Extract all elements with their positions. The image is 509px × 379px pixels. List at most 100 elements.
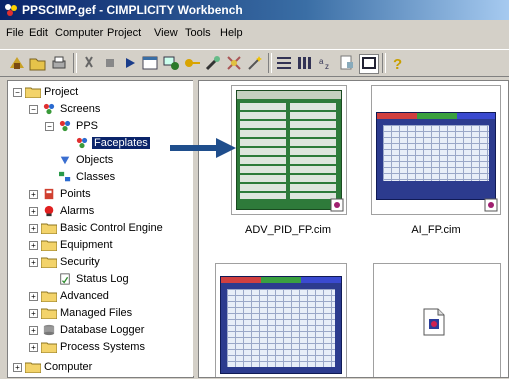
toolbar-separator bbox=[73, 53, 77, 73]
folder-icon bbox=[41, 240, 57, 251]
screen-icon bbox=[43, 103, 55, 115]
screen-config-icon[interactable] bbox=[162, 54, 180, 72]
list-view-icon[interactable] bbox=[275, 54, 293, 72]
classes-icon bbox=[59, 171, 71, 182]
tree-label: Database Logger bbox=[60, 324, 145, 336]
file-thumbnail-adv-pid-fp[interactable] bbox=[231, 85, 347, 215]
menu-computer[interactable]: Computer bbox=[55, 27, 103, 39]
large-icons-view-icon[interactable] bbox=[359, 54, 379, 74]
screen-icon bbox=[76, 137, 88, 149]
project-tree[interactable]: − Project − Screens − PPS Faceplates Obj… bbox=[7, 80, 194, 378]
calendar-icon[interactable] bbox=[141, 54, 159, 72]
tree-item-pps[interactable]: − PPS bbox=[42, 119, 182, 135]
points-icon bbox=[44, 188, 54, 200]
expand-toggle[interactable]: + bbox=[29, 309, 38, 318]
file-thumbnail-4[interactable] bbox=[373, 263, 501, 377]
expand-toggle[interactable]: + bbox=[29, 224, 38, 233]
preview-tab-green bbox=[261, 277, 301, 283]
stop-icon[interactable] bbox=[101, 54, 119, 72]
new-project-icon[interactable] bbox=[8, 54, 26, 72]
folder-icon bbox=[25, 87, 41, 98]
properties-icon[interactable] bbox=[338, 54, 356, 72]
title-bar[interactable]: PPSCIMP.gef - CIMPLICITY Workbench bbox=[0, 0, 509, 20]
bce-icon[interactable] bbox=[225, 54, 243, 72]
tree-item-security[interactable]: + Security bbox=[26, 255, 186, 271]
cimplicity-app-icon bbox=[5, 4, 17, 16]
faceplate-preview bbox=[376, 112, 496, 200]
database-logger-icon bbox=[43, 324, 55, 336]
collapse-toggle[interactable]: − bbox=[45, 122, 54, 131]
tree-label: Classes bbox=[76, 171, 116, 183]
preview-tab-red bbox=[221, 277, 261, 283]
open-folder-icon[interactable] bbox=[29, 54, 47, 72]
preview-grid bbox=[383, 125, 489, 181]
expand-toggle[interactable]: + bbox=[29, 190, 38, 199]
tree-label: Equipment bbox=[60, 239, 113, 251]
tree-item-database-logger[interactable]: + Database Logger bbox=[26, 323, 190, 339]
file-thumbnail-3[interactable] bbox=[215, 263, 347, 377]
tree-label: Objects bbox=[76, 154, 114, 166]
tools-icon[interactable] bbox=[204, 54, 222, 72]
tree-item-computer[interactable]: + Computer bbox=[10, 360, 190, 376]
file-list-pane[interactable]: ADV_PID_FP.cim AI_FP.cim bbox=[198, 80, 509, 378]
key-icon[interactable] bbox=[183, 54, 201, 72]
tree-item-process-systems[interactable]: + Process Systems bbox=[26, 340, 190, 356]
tree-item-basic-control-engine[interactable]: + Basic Control Engine bbox=[26, 221, 190, 237]
tree-label: PPS bbox=[76, 120, 99, 132]
wand-icon[interactable] bbox=[246, 54, 264, 72]
objects-icon bbox=[60, 156, 70, 165]
menu-tools[interactable]: Tools bbox=[185, 27, 211, 39]
tree-label: Project bbox=[44, 86, 79, 98]
menu-view[interactable]: View bbox=[154, 27, 178, 39]
tree-item-status-log[interactable]: Status Log bbox=[42, 272, 182, 288]
file-thumbnail-ai-fp[interactable] bbox=[371, 85, 501, 215]
tree-label: Faceplates bbox=[92, 137, 150, 149]
tree-label: Advanced bbox=[60, 290, 109, 302]
menu-file[interactable]: File bbox=[6, 27, 24, 39]
expand-toggle[interactable]: + bbox=[29, 207, 38, 216]
cut-icon[interactable] bbox=[80, 54, 98, 72]
tree-item-managed-files[interactable]: + Managed Files bbox=[26, 306, 186, 322]
cim-file-icon bbox=[330, 198, 344, 212]
screen-icon bbox=[59, 120, 71, 132]
tree-item-points[interactable]: + Points bbox=[26, 187, 186, 203]
tree-label: Points bbox=[60, 188, 91, 200]
preview-fields-right bbox=[290, 103, 336, 199]
tree-item-equipment[interactable]: + Equipment bbox=[26, 238, 186, 254]
folder-icon bbox=[41, 342, 57, 353]
expand-toggle[interactable]: + bbox=[29, 258, 38, 267]
help-icon[interactable]: ? bbox=[388, 54, 406, 72]
preview-header bbox=[237, 91, 341, 99]
preview-tab-red bbox=[377, 113, 417, 119]
run-icon[interactable] bbox=[121, 54, 139, 72]
folder-icon bbox=[41, 308, 57, 319]
menu-edit[interactable]: Edit bbox=[29, 27, 48, 39]
sort-icon[interactable]: az bbox=[317, 54, 335, 72]
menu-project[interactable]: Project bbox=[107, 27, 141, 39]
tree-label: Security bbox=[60, 256, 100, 268]
collapse-toggle[interactable]: − bbox=[13, 88, 22, 97]
cim-file-icon bbox=[484, 198, 498, 212]
toolbar-separator bbox=[268, 53, 272, 73]
expand-toggle[interactable]: + bbox=[29, 326, 38, 335]
svg-text:z: z bbox=[325, 62, 329, 71]
tree-item-screens[interactable]: − Screens bbox=[26, 102, 186, 118]
tree-item-objects[interactable]: Objects bbox=[42, 153, 182, 169]
print-icon[interactable] bbox=[50, 54, 68, 72]
expand-toggle[interactable]: + bbox=[29, 241, 38, 250]
tree-label: Computer bbox=[44, 361, 93, 373]
tree-item-classes[interactable]: Classes bbox=[42, 170, 182, 186]
tree-label: Managed Files bbox=[60, 307, 133, 319]
tree-item-project[interactable]: − Project bbox=[10, 85, 190, 101]
details-view-icon[interactable] bbox=[296, 54, 314, 72]
tree-item-alarms[interactable]: + Alarms bbox=[26, 204, 186, 220]
preview-tab-green bbox=[417, 113, 457, 119]
expand-toggle[interactable]: + bbox=[29, 292, 38, 301]
window-title: PPSCIMP.gef - CIMPLICITY Workbench bbox=[22, 3, 243, 17]
expand-toggle[interactable]: + bbox=[13, 363, 22, 372]
menu-help[interactable]: Help bbox=[220, 27, 243, 39]
tree-item-advanced[interactable]: + Advanced bbox=[26, 289, 186, 305]
collapse-toggle[interactable]: − bbox=[29, 105, 38, 114]
expand-toggle[interactable]: + bbox=[29, 343, 38, 352]
svg-text:?: ? bbox=[393, 56, 402, 72]
